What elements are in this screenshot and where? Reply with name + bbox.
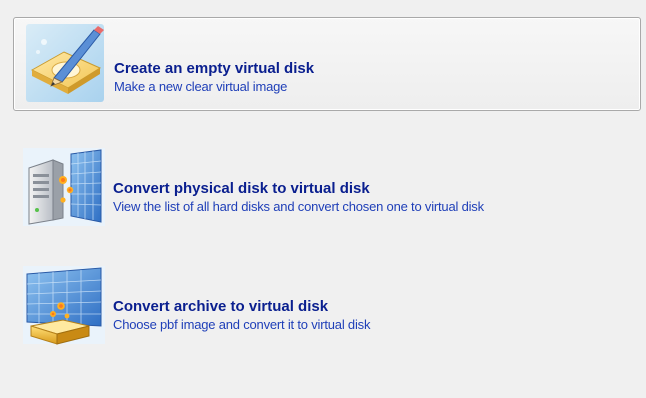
option-text: Create an empty virtual disk Make a new …	[114, 59, 314, 95]
option-description: View the list of all hard disks and conv…	[113, 199, 484, 214]
option-description: Choose pbf image and convert it to virtu…	[113, 317, 371, 332]
option-title: Create an empty virtual disk	[114, 60, 315, 77]
pencil-disk-icon	[26, 24, 104, 102]
option-title: Convert physical disk to virtual disk	[113, 180, 370, 197]
archive-to-virtual-icon	[23, 266, 105, 345]
option-convert-archive[interactable]: Convert archive to virtual disk Choose p…	[13, 258, 641, 352]
option-description: Make a new clear virtual image	[114, 79, 288, 94]
option-text: Convert archive to virtual disk Choose p…	[113, 297, 370, 333]
option-create-empty-virtual-disk[interactable]: Create an empty virtual disk Make a new …	[13, 17, 641, 111]
server-to-virtual-icon	[23, 148, 105, 226]
option-convert-physical-disk[interactable]: Convert physical disk to virtual disk Vi…	[13, 140, 641, 234]
wizard-options-panel: Create an empty virtual disk Make a new …	[0, 0, 646, 398]
option-text: Convert physical disk to virtual disk Vi…	[113, 179, 484, 215]
option-title: Convert archive to virtual disk	[113, 298, 329, 315]
